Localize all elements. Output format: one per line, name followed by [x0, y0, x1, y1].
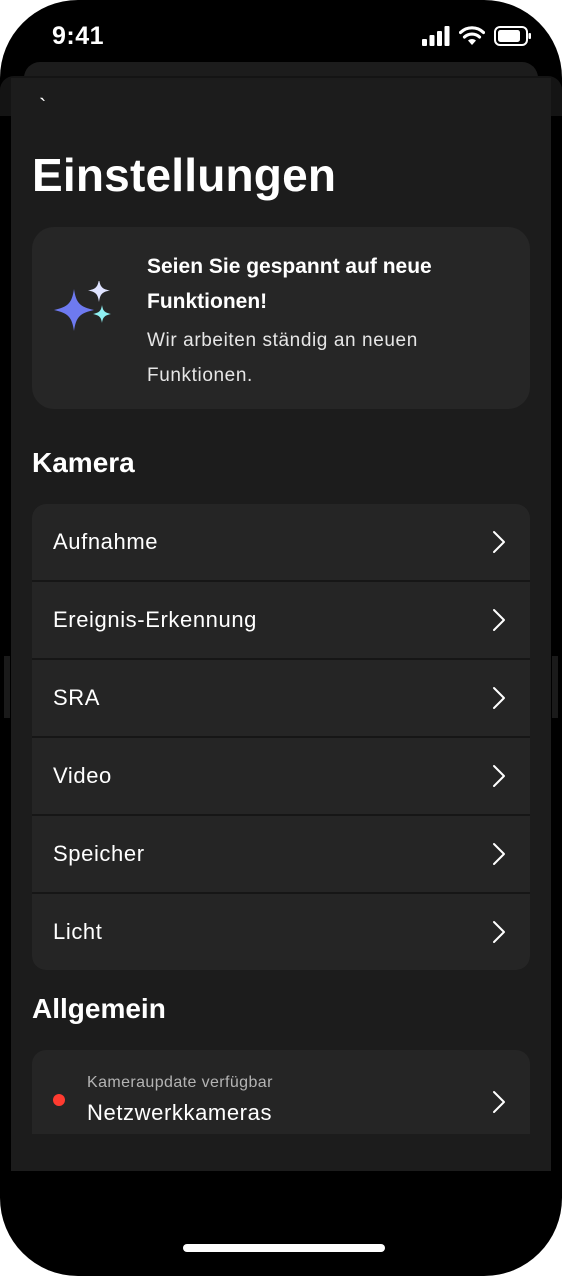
chevron-right-icon [493, 843, 505, 865]
sparkles-icon [54, 281, 111, 331]
chevron-right-icon [493, 765, 505, 787]
update-status-dot [53, 1094, 65, 1106]
kamera-settings-list: Aufnahme Ereignis-Erkennung SRA Video Sp… [32, 504, 530, 970]
chevron-right-icon [493, 1091, 505, 1113]
side-button-left [4, 656, 10, 718]
phone-frame: 9:41 ` Einstellungen Seien Sie gespannt … [0, 0, 562, 1276]
sparkle-large [54, 289, 94, 331]
list-item-label: Aufnahme [53, 529, 159, 554]
promo-title: Seien Sie gespannt auf neue Funktionen! [147, 255, 432, 313]
promo-text: Wir arbeiten ständig an neuen Funktionen… [147, 330, 418, 386]
list-item-label: Licht [53, 919, 103, 944]
list-item-sra[interactable]: SRA [32, 660, 530, 736]
list-item-speicher[interactable]: Speicher [32, 816, 530, 892]
chevron-right-icon [493, 687, 505, 709]
update-available-label: Kameraupdate verfügbar [87, 1074, 273, 1091]
status-icons [422, 26, 532, 46]
side-button-right [552, 656, 558, 718]
list-item-label: Speicher [53, 841, 145, 866]
list-item-label: Video [53, 763, 112, 788]
list-item-netzwerkkameras[interactable]: Kameraupdate verfügbar Netzwerkkameras [32, 1050, 530, 1134]
list-item-label: SRA [53, 685, 101, 710]
status-time: 9:41 [52, 22, 105, 50]
chevron-right-icon [493, 531, 505, 553]
list-item-aufnahme[interactable]: Aufnahme [32, 504, 530, 580]
chevron-right-icon [493, 921, 505, 943]
wifi-icon [459, 26, 485, 45]
chevron-right-icon [493, 609, 505, 631]
signal-icon [422, 26, 450, 46]
list-item-licht[interactable]: Licht [32, 894, 530, 970]
back-button[interactable]: ` [39, 96, 46, 118]
promo-card: Seien Sie gespannt auf neue Funktionen! … [32, 227, 530, 409]
sparkle-small [93, 305, 111, 323]
list-item-video[interactable]: Video [32, 738, 530, 814]
list-item-label: Netzwerkkameras [87, 1100, 273, 1125]
page-title: Einstellungen [32, 149, 337, 201]
battery-icon [494, 26, 531, 46]
section-title-allgemein: Allgemein [32, 993, 166, 1024]
list-item-label: Ereignis-Erkennung [53, 607, 258, 632]
list-item-ereignis-erkennung[interactable]: Ereignis-Erkennung [32, 582, 530, 658]
home-indicator[interactable] [183, 1244, 385, 1252]
sparkle-top [88, 281, 110, 302]
section-title-kamera: Kamera [32, 447, 135, 478]
settings-sheet: ` Einstellungen Seien Sie gespannt auf n… [11, 78, 551, 1171]
